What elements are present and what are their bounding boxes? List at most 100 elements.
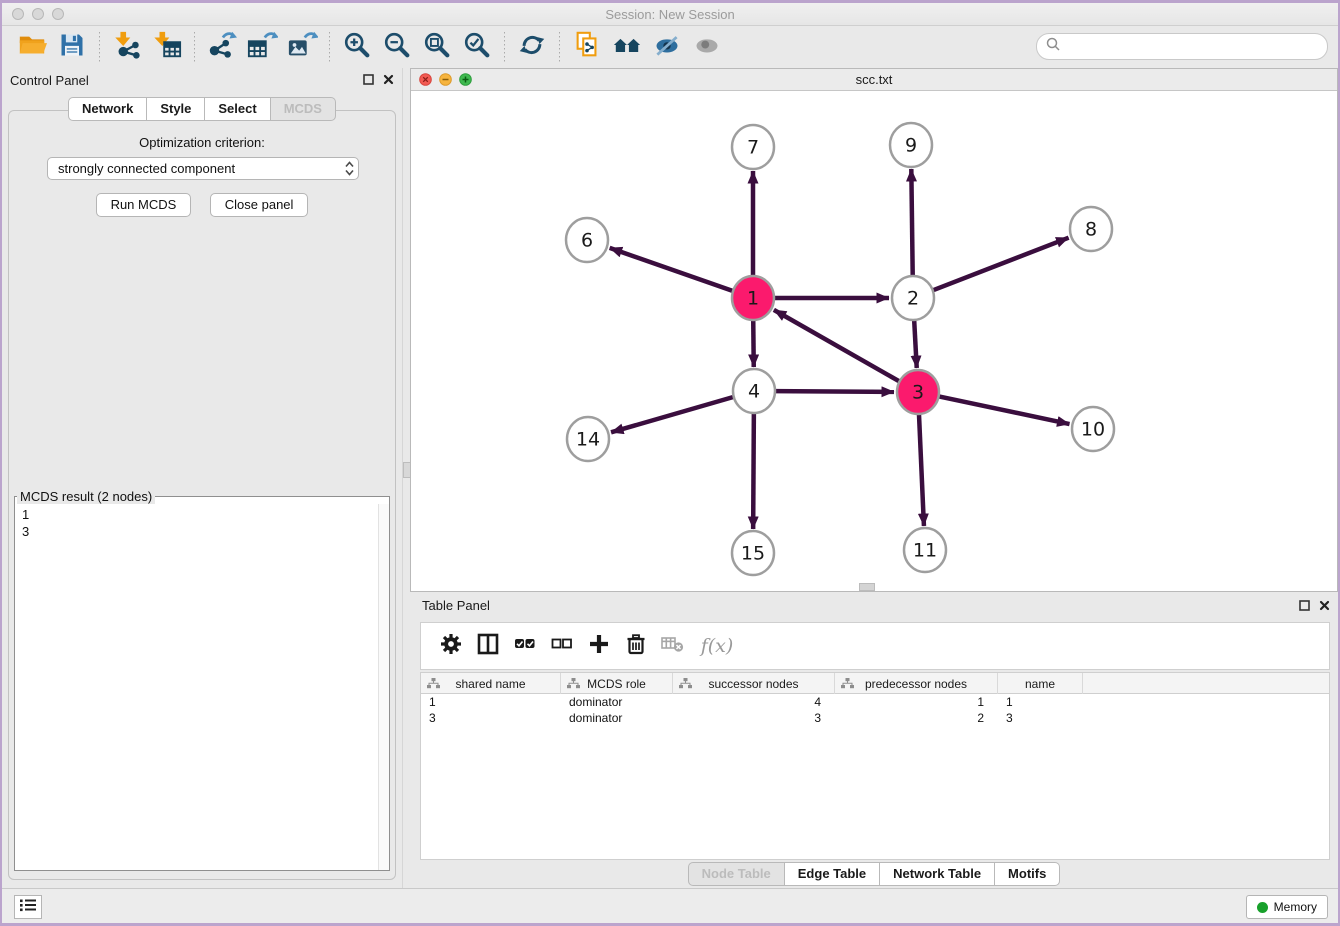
close-panel-button[interactable] (383, 74, 394, 85)
run-mcds-button[interactable]: Run MCDS (96, 193, 192, 217)
edge-1-6[interactable] (610, 248, 733, 291)
column-header-name[interactable]: name (998, 673, 1083, 694)
control-panel-tabs: NetworkStyleSelectMCDS (2, 97, 402, 121)
main-toolbar (2, 26, 1338, 68)
copy-network-button[interactable] (570, 30, 604, 64)
toolbar-separator (504, 32, 505, 62)
memory-button[interactable]: Memory (1246, 895, 1328, 919)
table-cell[interactable]: dominator (561, 710, 673, 726)
deselect-all-columns-button[interactable] (547, 631, 577, 661)
table-tab-edge-table[interactable]: Edge Table (785, 862, 880, 886)
node-6[interactable]: 6 (566, 218, 608, 262)
tab-style[interactable]: Style (147, 97, 205, 121)
export-image-button[interactable] (285, 30, 319, 64)
node-2[interactable]: 2 (892, 276, 934, 320)
import-table-button[interactable] (150, 30, 184, 64)
home-layout-button[interactable] (610, 30, 644, 64)
refresh-view-button[interactable] (515, 30, 549, 64)
table-close-button[interactable] (1319, 600, 1330, 611)
float-panel-button[interactable] (363, 74, 374, 85)
canvas-resize-grip[interactable] (859, 583, 875, 591)
zoom-in-icon (342, 30, 372, 65)
node-3[interactable]: 3 (897, 370, 939, 414)
edge-4-15[interactable] (753, 413, 754, 529)
show-all-button[interactable] (690, 30, 724, 64)
close-panel-action-button[interactable]: Close panel (210, 193, 309, 217)
table-cell[interactable]: 2 (835, 710, 998, 726)
save-session-button[interactable] (55, 30, 89, 64)
table-cell[interactable]: 4 (673, 694, 835, 710)
edge-3-10[interactable] (940, 397, 1070, 424)
column-header-shared-name[interactable]: shared name (421, 673, 561, 694)
open-session-button[interactable] (15, 30, 49, 64)
column-header-successor-nodes[interactable]: successor nodes (673, 673, 835, 694)
tab-network[interactable]: Network (68, 97, 147, 121)
table-cell[interactable]: 3 (673, 710, 835, 726)
edge-2-8[interactable] (934, 238, 1069, 290)
edge-3-11[interactable] (919, 414, 924, 526)
network-canvas[interactable]: 1 2 3 4 6 7 8 9 10 11 14 15 (411, 91, 1337, 591)
panel-splitter[interactable] (402, 68, 410, 888)
node-11[interactable]: 11 (904, 528, 946, 572)
node-4[interactable]: 4 (733, 369, 775, 413)
mcds-panel: Optimization criterion: strongly connect… (8, 110, 396, 880)
node-8[interactable]: 8 (1070, 207, 1112, 251)
table-tab-motifs[interactable]: Motifs (995, 862, 1060, 886)
add-column-button[interactable] (584, 631, 614, 661)
import-network-button[interactable] (110, 30, 144, 64)
table-row[interactable]: 1dominator411 (421, 694, 1329, 710)
table-cell[interactable]: 3 (421, 710, 561, 726)
table-cell[interactable]: 1 (998, 694, 1083, 710)
table-float-button[interactable] (1299, 600, 1310, 611)
node-label: 14 (576, 429, 600, 451)
table-cell[interactable]: 1 (835, 694, 998, 710)
zoom-fit-button[interactable] (420, 30, 454, 64)
mcds-result-list[interactable]: 13 (15, 504, 378, 870)
edge-2-3[interactable] (914, 320, 917, 368)
edge-3-1[interactable] (774, 310, 899, 381)
table-tab-network-table[interactable]: Network Table (880, 862, 995, 886)
node-9[interactable]: 9 (890, 123, 932, 167)
table-toolbar: f(x) (420, 622, 1330, 670)
table-cell[interactable]: 1 (421, 694, 561, 710)
eye-icon (692, 31, 722, 64)
zoom-selected-button[interactable] (460, 30, 494, 64)
edge-1-4[interactable] (753, 320, 754, 367)
search-input[interactable] (1065, 37, 1327, 57)
table-settings-button[interactable] (436, 631, 466, 661)
zoom-out-button[interactable] (380, 30, 414, 64)
criterion-select[interactable]: strongly connected component (47, 157, 359, 180)
mcds-result-box: MCDS result (2 nodes) 13 (14, 489, 390, 871)
node-7[interactable]: 7 (732, 125, 774, 169)
tab-mcds: MCDS (271, 97, 336, 121)
split-columns-button[interactable] (473, 631, 503, 661)
node-15[interactable]: 15 (732, 531, 774, 575)
column-header-MCDS-role[interactable]: MCDS role (561, 673, 673, 694)
result-scrollbar[interactable] (378, 504, 389, 870)
search-box[interactable] (1036, 33, 1328, 60)
task-history-button[interactable] (14, 895, 42, 919)
edge-4-14[interactable] (611, 397, 733, 432)
hide-selected-button[interactable] (650, 30, 684, 64)
edge-2-9[interactable] (911, 169, 912, 276)
node-10[interactable]: 10 (1072, 407, 1114, 451)
node-label: 2 (907, 288, 919, 310)
table-row[interactable]: 3dominator323 (421, 710, 1329, 726)
column-header-predecessor-nodes[interactable]: predecessor nodes (835, 673, 998, 694)
node-label: 10 (1081, 419, 1105, 441)
table-cell[interactable]: dominator (561, 694, 673, 710)
node-1[interactable]: 1 (732, 276, 774, 320)
table-tabs: Node TableEdge TableNetwork TableMotifs (410, 862, 1338, 886)
select-all-columns-button[interactable] (510, 631, 540, 661)
export-table-button[interactable] (245, 30, 279, 64)
node-label: 8 (1085, 219, 1097, 241)
zoom-in-button[interactable] (340, 30, 374, 64)
tab-select[interactable]: Select (205, 97, 270, 121)
zoom-out-icon (382, 30, 412, 65)
table-cell[interactable]: 3 (998, 710, 1083, 726)
node-14[interactable]: 14 (567, 417, 609, 461)
edge-4-3[interactable] (776, 391, 894, 392)
export-network-button[interactable] (205, 30, 239, 64)
delete-column-button[interactable] (621, 631, 651, 661)
column-header-label: name (1025, 677, 1055, 691)
